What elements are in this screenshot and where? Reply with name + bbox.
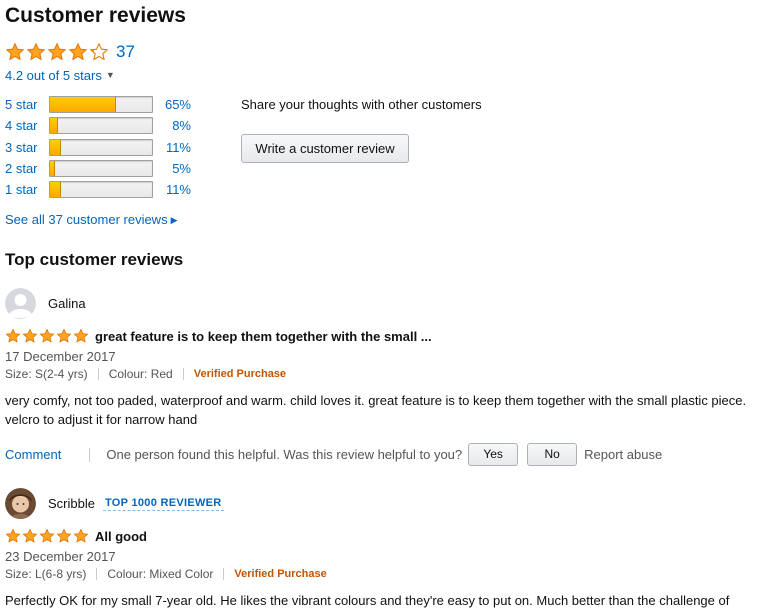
- rating-histogram: 5 star 65% 4 star 8% 3 star 11% 2 star 5…: [5, 94, 195, 200]
- top-reviews-heading: Top customer reviews: [5, 250, 184, 269]
- reviewer-profile[interactable]: Scribble TOP 1000 REVIEWER: [5, 487, 765, 519]
- page-title: Customer reviews: [5, 4, 186, 27]
- review-title[interactable]: All good: [95, 529, 147, 544]
- star-full-icon: [73, 328, 89, 344]
- histogram-label[interactable]: 3 star: [5, 140, 49, 155]
- reviewer-name[interactable]: Scribble: [48, 496, 95, 511]
- histogram-label[interactable]: 1 star: [5, 182, 49, 197]
- review-meta: Size: S(2-4 yrs) Colour: Red Verified Pu…: [5, 367, 765, 381]
- see-all-label: See all 37 customer reviews: [5, 212, 168, 227]
- review-title-row[interactable]: great feature is to keep them together w…: [5, 327, 765, 345]
- star-full-icon: [5, 42, 25, 62]
- star-full-icon: [39, 328, 55, 344]
- review-size[interactable]: Size: S(2-4 yrs): [5, 367, 88, 381]
- histogram-percent[interactable]: 11%: [153, 140, 191, 155]
- histogram-bar[interactable]: [49, 96, 153, 114]
- review-count-link[interactable]: 37: [116, 42, 135, 62]
- star-full-icon: [56, 328, 72, 344]
- see-all-reviews-link[interactable]: See all 37 customer reviews ▶: [5, 212, 178, 227]
- histogram-bar[interactable]: [49, 138, 153, 156]
- review-date: 17 December 2017: [5, 349, 116, 364]
- review-item: Scribble TOP 1000 REVIEWER All good 23 D…: [5, 487, 765, 610]
- write-review-button[interactable]: Write a customer review: [241, 134, 409, 163]
- review-colour[interactable]: Colour: Red: [109, 367, 173, 381]
- star-full-icon: [22, 528, 38, 544]
- report-abuse-link[interactable]: Report abuse: [584, 447, 662, 462]
- review-title[interactable]: great feature is to keep them together w…: [95, 329, 432, 344]
- histogram-percent[interactable]: 5%: [153, 161, 191, 176]
- average-rating-dropdown[interactable]: 4.2 out of 5 stars ▼: [5, 68, 115, 83]
- histogram-bar[interactable]: [49, 160, 153, 178]
- histogram-fill: [50, 118, 59, 134]
- review-body: Perfectly OK for my small 7-year old. He…: [5, 593, 730, 608]
- share-prompt: Share your thoughts with other customers: [241, 97, 482, 112]
- comment-link[interactable]: Comment: [5, 447, 61, 462]
- histogram-label[interactable]: 5 star: [5, 97, 49, 112]
- divider: [97, 368, 99, 380]
- rating-stars: [5, 42, 109, 62]
- histogram-row[interactable]: 3 star 11%: [5, 137, 195, 158]
- review-meta: Size: L(6-8 yrs) Colour: Mixed Color Ver…: [5, 567, 765, 581]
- helpful-yes-button[interactable]: Yes: [468, 443, 519, 466]
- review-stars[interactable]: [5, 328, 89, 344]
- caret-down-icon: ▼: [105, 70, 115, 80]
- histogram-fill: [50, 97, 117, 113]
- verified-purchase-badge[interactable]: Verified Purchase: [234, 568, 326, 580]
- histogram-fill: [50, 161, 56, 177]
- star-full-icon: [47, 42, 67, 62]
- average-rating-text: 4.2 out of 5 stars: [5, 68, 102, 83]
- helpful-no-button[interactable]: No: [527, 443, 578, 466]
- helpful-prompt: One person found this helpful. Was this …: [106, 447, 463, 462]
- divider: [182, 368, 184, 380]
- divider: [89, 447, 91, 462]
- review-body: very comfy, not too paded, waterproof an…: [5, 393, 747, 427]
- top-reviewer-badge[interactable]: TOP 1000 REVIEWER: [102, 496, 224, 511]
- histogram-row[interactable]: 5 star 65%: [5, 94, 195, 115]
- user-photo-avatar[interactable]: [5, 487, 36, 519]
- star-full-icon: [73, 528, 89, 544]
- review-size[interactable]: Size: L(6-8 yrs): [5, 567, 86, 581]
- default-avatar-icon[interactable]: [5, 287, 36, 319]
- summary-rating[interactable]: 37: [5, 42, 135, 62]
- reviewer-profile[interactable]: Galina: [5, 287, 765, 319]
- star-full-icon: [39, 528, 55, 544]
- histogram-fill: [50, 182, 62, 198]
- review-item: Galina great feature is to keep them tog…: [5, 287, 765, 466]
- histogram-row[interactable]: 1 star 11%: [5, 179, 195, 200]
- histogram-percent[interactable]: 11%: [153, 182, 191, 197]
- divider: [96, 568, 98, 580]
- review-date: 23 December 2017: [5, 549, 116, 564]
- histogram-bar[interactable]: [49, 181, 153, 199]
- verified-purchase-badge[interactable]: Verified Purchase: [194, 368, 286, 380]
- star-full-icon: [5, 528, 21, 544]
- histogram-label[interactable]: 2 star: [5, 161, 49, 176]
- chevron-right-icon: ▶: [170, 215, 178, 225]
- star-full-icon: [56, 528, 72, 544]
- star-partial-icon: [89, 42, 109, 62]
- reviewer-name[interactable]: Galina: [48, 296, 86, 311]
- histogram-fill: [50, 139, 62, 155]
- histogram-row[interactable]: 2 star 5%: [5, 158, 195, 179]
- histogram-percent[interactable]: 8%: [153, 118, 191, 133]
- histogram-bar[interactable]: [49, 117, 153, 135]
- review-colour[interactable]: Colour: Mixed Color: [107, 567, 213, 581]
- star-full-icon: [5, 328, 21, 344]
- histogram-row[interactable]: 4 star 8%: [5, 115, 195, 136]
- histogram-label[interactable]: 4 star: [5, 118, 49, 133]
- review-actions: Comment One person found this helpful. W…: [5, 443, 765, 466]
- review-title-row[interactable]: All good: [5, 527, 765, 545]
- star-full-icon: [22, 328, 38, 344]
- star-full-icon: [26, 42, 46, 62]
- divider: [223, 568, 225, 580]
- review-stars[interactable]: [5, 528, 89, 544]
- star-full-icon: [68, 42, 88, 62]
- histogram-percent[interactable]: 65%: [153, 97, 191, 112]
